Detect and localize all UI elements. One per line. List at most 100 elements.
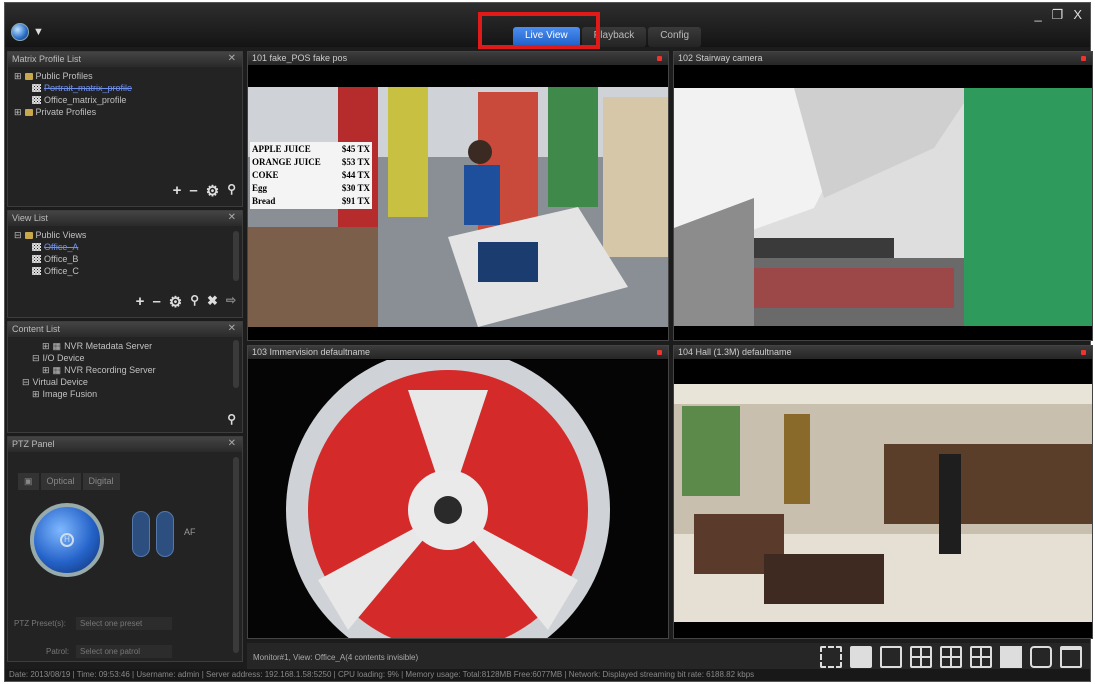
trash-icon[interactable]	[1060, 646, 1082, 668]
receipt-row: ORANGE JUICE $53 TX	[252, 157, 370, 167]
tree-node[interactable]: Office_matrix_profile	[14, 94, 236, 106]
view-tree: ⊟ Public Views Office_A Office_B Office_…	[8, 226, 242, 280]
grid-icon	[32, 255, 41, 263]
fullscreen-icon[interactable]	[820, 646, 842, 668]
preset-label: PTZ Preset(s):	[14, 619, 67, 628]
folder-icon	[24, 108, 33, 116]
window-controls: _ ❐ X	[1034, 7, 1082, 23]
receipt-row: Egg $30 TX	[252, 183, 370, 193]
grid-icon	[32, 84, 41, 92]
add-icon[interactable]: +	[136, 293, 145, 311]
folder-icon	[24, 72, 33, 80]
layout-custom-icon[interactable]	[1000, 646, 1022, 668]
monitor-info: Monitor#1, View: Office_A(4 contents inv…	[253, 653, 419, 662]
tree-node[interactable]: ⊟ I/O Device	[14, 352, 236, 364]
record-indicator-icon	[1081, 350, 1086, 355]
panel-title: Matrix Profile List ✕	[8, 52, 242, 67]
preset-select[interactable]: Select one preset	[76, 617, 172, 630]
tree-node[interactable]: Office_B	[14, 253, 236, 265]
camera-tile-101[interactable]: 101 fake_POS fake pos APPLE JUICE $45 TX …	[247, 51, 669, 341]
patrol-select[interactable]: Select one patrol	[76, 645, 172, 658]
server-icon: ▦	[52, 365, 62, 375]
tree-node[interactable]: ⊞ Image Fusion	[14, 388, 236, 400]
layout-2x2-icon[interactable]	[910, 646, 932, 668]
remove-icon[interactable]: –	[189, 182, 197, 200]
camera-title: 102 Stairway camera	[674, 52, 1092, 65]
search-icon[interactable]: ⚲	[227, 412, 236, 426]
ptz-tabs: ▣ Optical Digital	[18, 473, 120, 490]
tools-icon[interactable]: ✖	[207, 293, 218, 311]
content-list-panel: Content List ✕ ⊞ ▦ NVR Metadata Server ⊟ …	[7, 321, 243, 433]
panel-title: Content List ✕	[8, 322, 242, 337]
tree-node[interactable]: ⊞ Public Profiles	[14, 70, 236, 82]
add-icon[interactable]: +	[173, 182, 182, 200]
tree-node[interactable]: ⊞ Private Profiles	[14, 106, 236, 118]
close-icon[interactable]: X	[1073, 7, 1082, 23]
ptz-panel: PTZ Panel ✕ ▣ Optical Digital H AF PTZ P…	[7, 436, 243, 662]
layout-toolbar	[820, 646, 1082, 668]
autofocus-button[interactable]: AF	[184, 527, 196, 537]
tree-node[interactable]: ⊞ ▦ NVR Metadata Server	[14, 340, 236, 352]
layout-1x1-icon[interactable]	[880, 646, 902, 668]
tree-node[interactable]: Portrait_matrix_profile	[14, 82, 236, 94]
tree-node[interactable]: Office_A	[14, 241, 236, 253]
layout-3x3-icon[interactable]	[970, 646, 992, 668]
gear-icon[interactable]: ⚙	[169, 293, 182, 311]
tree-node[interactable]: ⊞ ▦ NVR Recording Server	[14, 364, 236, 376]
close-icon[interactable]: ✕	[228, 212, 236, 223]
main-tabs: Live View Playback Config	[513, 27, 702, 47]
lock-icon[interactable]: ▣	[18, 473, 39, 490]
content-tree: ⊞ ▦ NVR Metadata Server ⊟ I/O Device ⊞ ▦ N…	[8, 337, 242, 403]
camera-tile-103[interactable]: 103 Immervision defaultname	[247, 345, 669, 639]
app-menu-button[interactable]: ▼	[11, 23, 45, 41]
patrol-label: Patrol:	[46, 647, 70, 656]
camera-title: 103 Immervision defaultname	[248, 346, 668, 359]
close-icon[interactable]: ✕	[228, 438, 236, 449]
gear-icon[interactable]: ⚙	[206, 182, 219, 200]
restore-icon[interactable]: ❐	[1052, 7, 1064, 23]
ptz-joystick[interactable]: H	[30, 503, 104, 577]
tab-optical[interactable]: Optical	[40, 473, 81, 490]
chevron-down-icon: ▼	[33, 26, 44, 38]
tree-node[interactable]: ⊟ Public Views	[14, 229, 236, 241]
close-icon[interactable]: ✕	[228, 323, 236, 334]
camera-feed-image	[248, 360, 668, 638]
receipt-row: Bread $91 TX	[252, 196, 370, 206]
scrollbar[interactable]	[233, 340, 239, 388]
camera-tile-102[interactable]: 102 Stairway camera	[673, 51, 1093, 341]
record-indicator-icon	[1081, 56, 1086, 61]
snapshot-icon[interactable]	[1030, 646, 1052, 668]
receipt-row: COKE $44 TX	[252, 170, 370, 180]
zoom-control[interactable]	[132, 511, 150, 557]
switch-monitor-icon[interactable]	[850, 646, 872, 668]
pos-receipt-overlay: APPLE JUICE $45 TX ORANGE JUICE $53 TX COK…	[250, 142, 372, 209]
tab-digital[interactable]: Digital	[82, 473, 120, 490]
scrollbar[interactable]	[233, 231, 239, 281]
scrollbar[interactable]	[233, 457, 239, 653]
home-button[interactable]: H	[60, 533, 74, 547]
camera-tile-104[interactable]: 104 Hall (1.3M) defaultname	[673, 345, 1093, 639]
tab-playback[interactable]: Playback	[581, 27, 647, 47]
camera-title: 101 fake_POS fake pos	[248, 52, 668, 65]
app-logo-icon	[11, 23, 29, 41]
matrix-profile-tree: ⊞ Public Profiles Portrait_matrix_profil…	[8, 67, 242, 121]
tab-live-view[interactable]: Live View	[513, 27, 580, 47]
search-icon[interactable]: ⚲	[190, 293, 199, 311]
remove-icon[interactable]: –	[152, 293, 160, 311]
tab-config[interactable]: Config	[648, 27, 702, 47]
tree-node[interactable]: Office_C	[14, 265, 236, 277]
export-icon[interactable]: ⇨	[226, 293, 236, 311]
focus-control[interactable]	[156, 511, 174, 557]
close-icon[interactable]: ✕	[228, 53, 236, 64]
monitor-bar: Monitor#1, View: Office_A(4 contents inv…	[247, 643, 1090, 671]
minimize-icon[interactable]: _	[1034, 7, 1041, 23]
matrix-profile-panel: Matrix Profile List ✕ ⊞ Public Profiles …	[7, 51, 243, 207]
panel-toolbar: + – ⚙ ⚲ ✖ ⇨	[136, 293, 236, 311]
view-list-panel: View List ✕ ⊟ Public Views Office_A Offi…	[7, 210, 243, 318]
panel-title: View List ✕	[8, 211, 242, 226]
tree-node[interactable]: ⊟ Virtual Device	[14, 376, 236, 388]
layout-1p5-icon[interactable]	[940, 646, 962, 668]
search-icon[interactable]: ⚲	[227, 182, 236, 200]
panel-toolbar: + – ⚙ ⚲	[173, 182, 236, 200]
folder-icon	[24, 231, 33, 239]
